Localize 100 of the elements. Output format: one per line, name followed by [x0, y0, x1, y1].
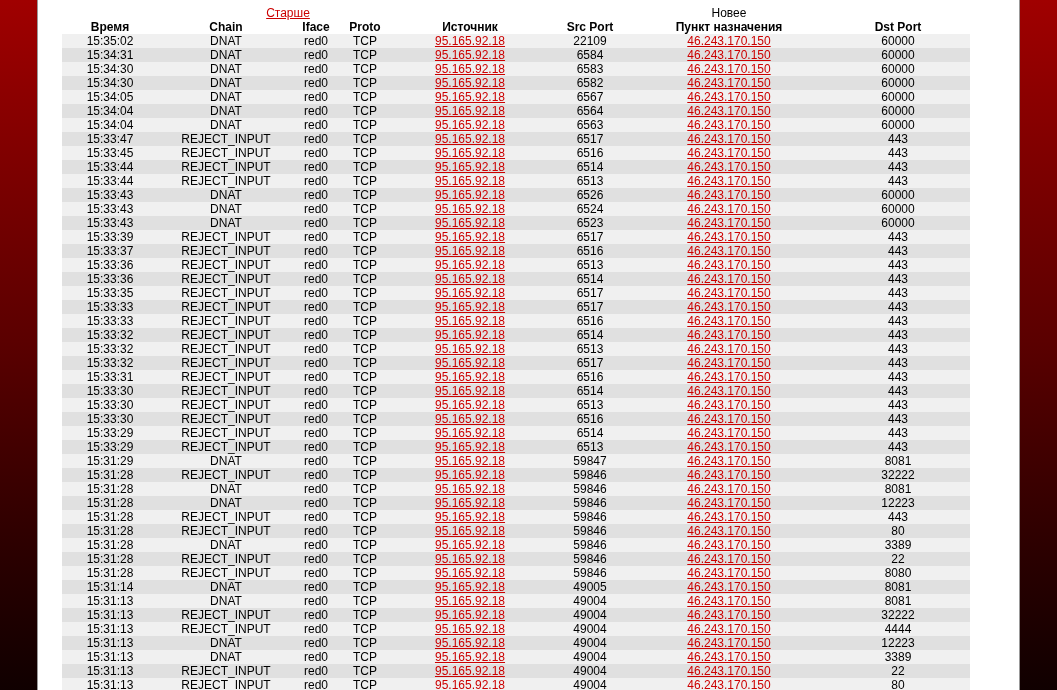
ip-link[interactable]: 95.165.92.18	[434, 118, 506, 132]
ip-link[interactable]: 46.243.170.150	[687, 440, 771, 454]
ip-link[interactable]: 46.243.170.150	[687, 482, 771, 496]
ip-link[interactable]: 46.243.170.150	[687, 230, 771, 244]
ip-link[interactable]: 46.243.170.150	[687, 594, 771, 608]
ip-link[interactable]: 46.243.170.150	[687, 454, 771, 468]
ip-link[interactable]: 46.243.170.150	[687, 48, 771, 62]
ip-link[interactable]: 46.243.170.150	[687, 62, 771, 76]
ip-link[interactable]: 46.243.170.150	[687, 664, 771, 678]
ip-link[interactable]: 95.165.92.18	[434, 174, 506, 188]
ip-link[interactable]: 95.165.92.18	[434, 608, 506, 622]
table-cell: DNAT	[210, 538, 242, 552]
ip-link[interactable]: 46.243.170.150	[687, 398, 771, 412]
ip-link[interactable]: 95.165.92.18	[434, 510, 506, 524]
ip-link[interactable]: 46.243.170.150	[687, 496, 771, 510]
ip-link[interactable]: 46.243.170.150	[687, 272, 771, 286]
ip-link[interactable]: 95.165.92.18	[434, 342, 506, 356]
ip-link[interactable]: 46.243.170.150	[687, 426, 771, 440]
ip-link[interactable]: 95.165.92.18	[434, 440, 506, 454]
table-cell: REJECT_INPUT	[181, 510, 271, 524]
ip-link[interactable]: 95.165.92.18	[434, 300, 506, 314]
ip-link[interactable]: 46.243.170.150	[687, 510, 771, 524]
ip-link[interactable]: 46.243.170.150	[687, 132, 771, 146]
ip-link[interactable]: 46.243.170.150	[687, 314, 771, 328]
ip-link[interactable]: 95.165.92.18	[434, 650, 506, 664]
ip-link[interactable]: 95.165.92.18	[434, 160, 506, 174]
ip-link[interactable]: 95.165.92.18	[434, 538, 506, 552]
ip-link[interactable]: 46.243.170.150	[687, 286, 771, 300]
ip-link[interactable]: 95.165.92.18	[434, 552, 506, 566]
ip-link[interactable]: 95.165.92.18	[434, 580, 506, 594]
ip-link[interactable]: 95.165.92.18	[434, 426, 506, 440]
ip-link[interactable]: 95.165.92.18	[434, 636, 506, 650]
ip-link[interactable]: 95.165.92.18	[434, 230, 506, 244]
ip-link[interactable]: 95.165.92.18	[434, 62, 506, 76]
ip-link[interactable]: 95.165.92.18	[434, 132, 506, 146]
ip-link[interactable]: 95.165.92.18	[434, 594, 506, 608]
ip-link[interactable]: 95.165.92.18	[434, 622, 506, 636]
ip-link[interactable]: 95.165.92.18	[434, 244, 506, 258]
ip-link[interactable]: 95.165.92.18	[434, 76, 506, 90]
ip-link[interactable]: 46.243.170.150	[687, 356, 771, 370]
ip-link[interactable]: 46.243.170.150	[687, 678, 771, 690]
table-cell: 59847	[573, 454, 607, 468]
ip-link[interactable]: 46.243.170.150	[687, 468, 771, 482]
ip-link[interactable]: 46.243.170.150	[687, 524, 771, 538]
ip-link[interactable]: 95.165.92.18	[434, 314, 506, 328]
ip-link[interactable]: 95.165.92.18	[434, 356, 506, 370]
ip-link[interactable]: 46.243.170.150	[687, 608, 771, 622]
older-link[interactable]: Старше	[266, 6, 310, 20]
ip-link[interactable]: 95.165.92.18	[434, 34, 506, 48]
ip-link[interactable]: 46.243.170.150	[687, 552, 771, 566]
ip-link[interactable]: 46.243.170.150	[687, 580, 771, 594]
ip-link[interactable]: 95.165.92.18	[434, 104, 506, 118]
ip-link[interactable]: 46.243.170.150	[687, 34, 771, 48]
ip-link[interactable]: 46.243.170.150	[687, 258, 771, 272]
ip-link[interactable]: 46.243.170.150	[687, 104, 771, 118]
ip-link[interactable]: 46.243.170.150	[687, 146, 771, 160]
ip-link[interactable]: 95.165.92.18	[434, 328, 506, 342]
ip-link[interactable]: 46.243.170.150	[687, 538, 771, 552]
ip-link[interactable]: 95.165.92.18	[434, 90, 506, 104]
ip-link[interactable]: 95.165.92.18	[434, 468, 506, 482]
ip-link[interactable]: 46.243.170.150	[687, 650, 771, 664]
ip-link[interactable]: 95.165.92.18	[434, 202, 506, 216]
ip-link[interactable]: 46.243.170.150	[687, 370, 771, 384]
ip-link[interactable]: 46.243.170.150	[687, 174, 771, 188]
table-cell: 15:31:13	[86, 608, 134, 622]
ip-link[interactable]: 46.243.170.150	[687, 90, 771, 104]
table-cell: REJECT_INPUT	[181, 244, 271, 258]
ip-link[interactable]: 46.243.170.150	[687, 412, 771, 426]
ip-link[interactable]: 46.243.170.150	[687, 328, 771, 342]
ip-link[interactable]: 46.243.170.150	[687, 244, 771, 258]
ip-link[interactable]: 95.165.92.18	[434, 482, 506, 496]
ip-link[interactable]: 95.165.92.18	[434, 146, 506, 160]
ip-link[interactable]: 95.165.92.18	[434, 286, 506, 300]
ip-link[interactable]: 46.243.170.150	[687, 188, 771, 202]
ip-link[interactable]: 46.243.170.150	[687, 622, 771, 636]
ip-link[interactable]: 46.243.170.150	[687, 160, 771, 174]
ip-link[interactable]: 95.165.92.18	[434, 216, 506, 230]
ip-link[interactable]: 46.243.170.150	[687, 342, 771, 356]
ip-link[interactable]: 95.165.92.18	[434, 496, 506, 510]
ip-link[interactable]: 46.243.170.150	[687, 202, 771, 216]
ip-link[interactable]: 46.243.170.150	[687, 300, 771, 314]
ip-link[interactable]: 95.165.92.18	[434, 188, 506, 202]
ip-link[interactable]: 95.165.92.18	[434, 524, 506, 538]
ip-link[interactable]: 95.165.92.18	[434, 398, 506, 412]
ip-link[interactable]: 95.165.92.18	[434, 412, 506, 426]
ip-link[interactable]: 95.165.92.18	[434, 664, 506, 678]
ip-link[interactable]: 46.243.170.150	[687, 118, 771, 132]
ip-link[interactable]: 95.165.92.18	[434, 454, 506, 468]
ip-link[interactable]: 46.243.170.150	[687, 216, 771, 230]
ip-link[interactable]: 46.243.170.150	[687, 636, 771, 650]
ip-link[interactable]: 95.165.92.18	[434, 678, 506, 690]
ip-link[interactable]: 46.243.170.150	[687, 566, 771, 580]
ip-link[interactable]: 46.243.170.150	[687, 76, 771, 90]
ip-link[interactable]: 95.165.92.18	[434, 48, 506, 62]
ip-link[interactable]: 95.165.92.18	[434, 566, 506, 580]
ip-link[interactable]: 95.165.92.18	[434, 384, 506, 398]
ip-link[interactable]: 95.165.92.18	[434, 370, 506, 384]
ip-link[interactable]: 95.165.92.18	[434, 258, 506, 272]
ip-link[interactable]: 46.243.170.150	[687, 384, 771, 398]
ip-link[interactable]: 95.165.92.18	[434, 272, 506, 286]
